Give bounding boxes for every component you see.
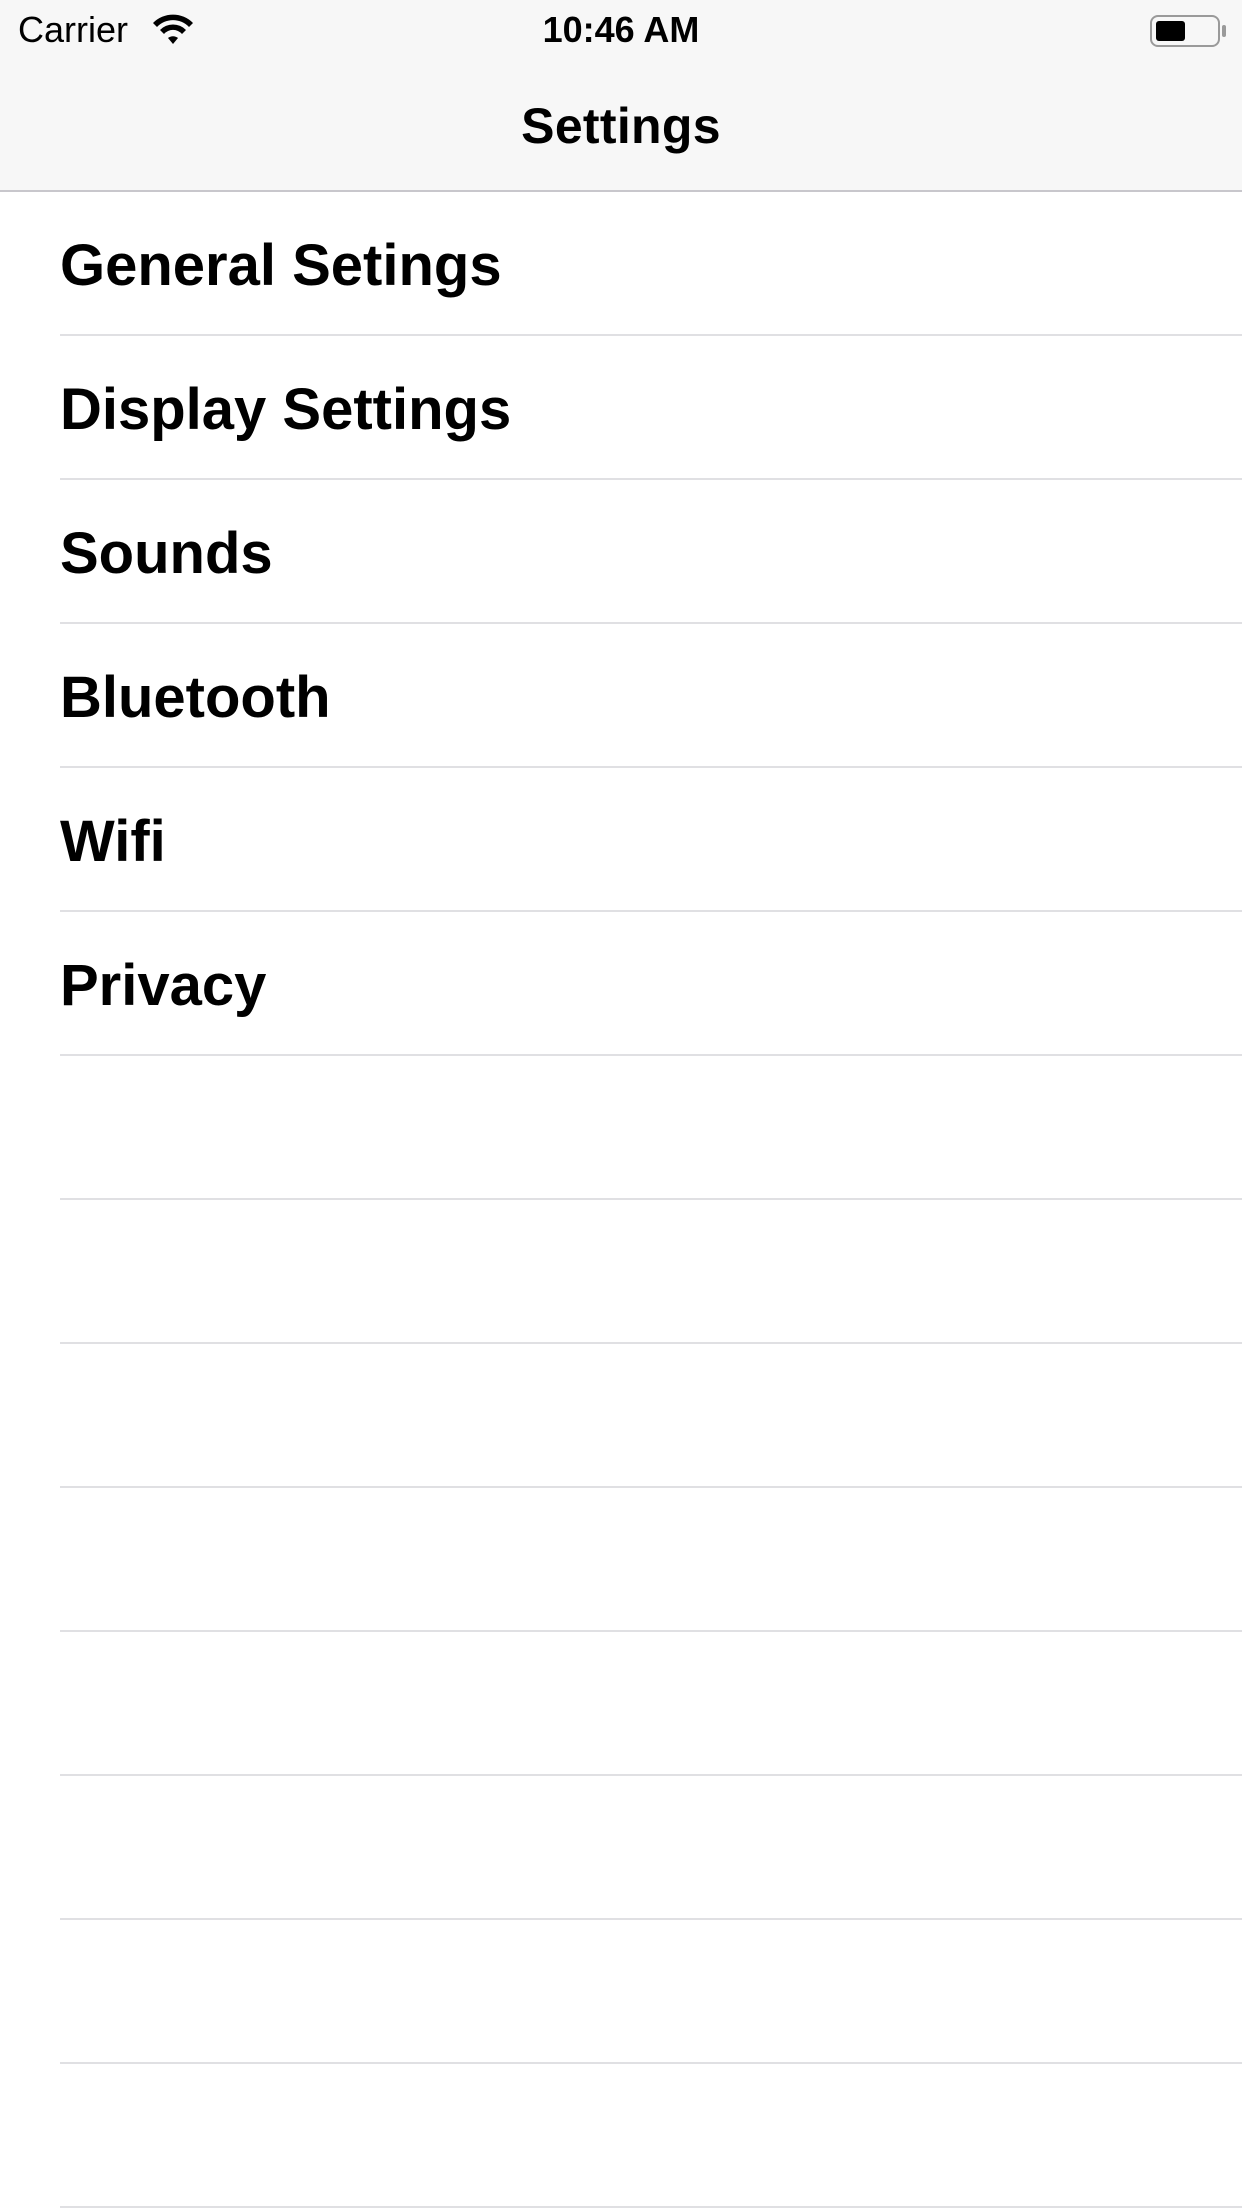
empty-row xyxy=(0,1776,1242,1920)
row-label: Sounds xyxy=(60,521,273,586)
row-label: Bluetooth xyxy=(60,665,331,730)
settings-row-privacy[interactable]: Privacy xyxy=(0,912,1242,1056)
row-label: Wifi xyxy=(60,809,166,874)
row-label: Display Settings xyxy=(60,377,512,442)
empty-row xyxy=(0,1344,1242,1488)
status-time: 10:46 AM xyxy=(542,9,700,50)
settings-table: General Setings Display Settings Sounds … xyxy=(0,192,1242,2208)
settings-row-sounds[interactable]: Sounds xyxy=(0,480,1242,624)
empty-row xyxy=(0,1200,1242,1344)
page-title: Settings xyxy=(521,98,721,154)
empty-row xyxy=(0,1488,1242,1632)
battery-icon xyxy=(1150,15,1226,47)
settings-row-wifi[interactable]: Wifi xyxy=(0,768,1242,912)
settings-row-display[interactable]: Display Settings xyxy=(0,336,1242,480)
empty-row xyxy=(0,1920,1242,2064)
status-bar: Carrier 10:46 AM xyxy=(0,0,1242,60)
empty-row xyxy=(0,1056,1242,1200)
row-label: General Setings xyxy=(60,233,502,298)
top-bar: Carrier 10:46 AM Settings xyxy=(0,0,1242,192)
empty-row xyxy=(0,2064,1242,2208)
row-label: Privacy xyxy=(60,953,267,1018)
empty-row xyxy=(0,1632,1242,1776)
settings-row-general[interactable]: General Setings xyxy=(0,192,1242,336)
settings-row-bluetooth[interactable]: Bluetooth xyxy=(0,624,1242,768)
